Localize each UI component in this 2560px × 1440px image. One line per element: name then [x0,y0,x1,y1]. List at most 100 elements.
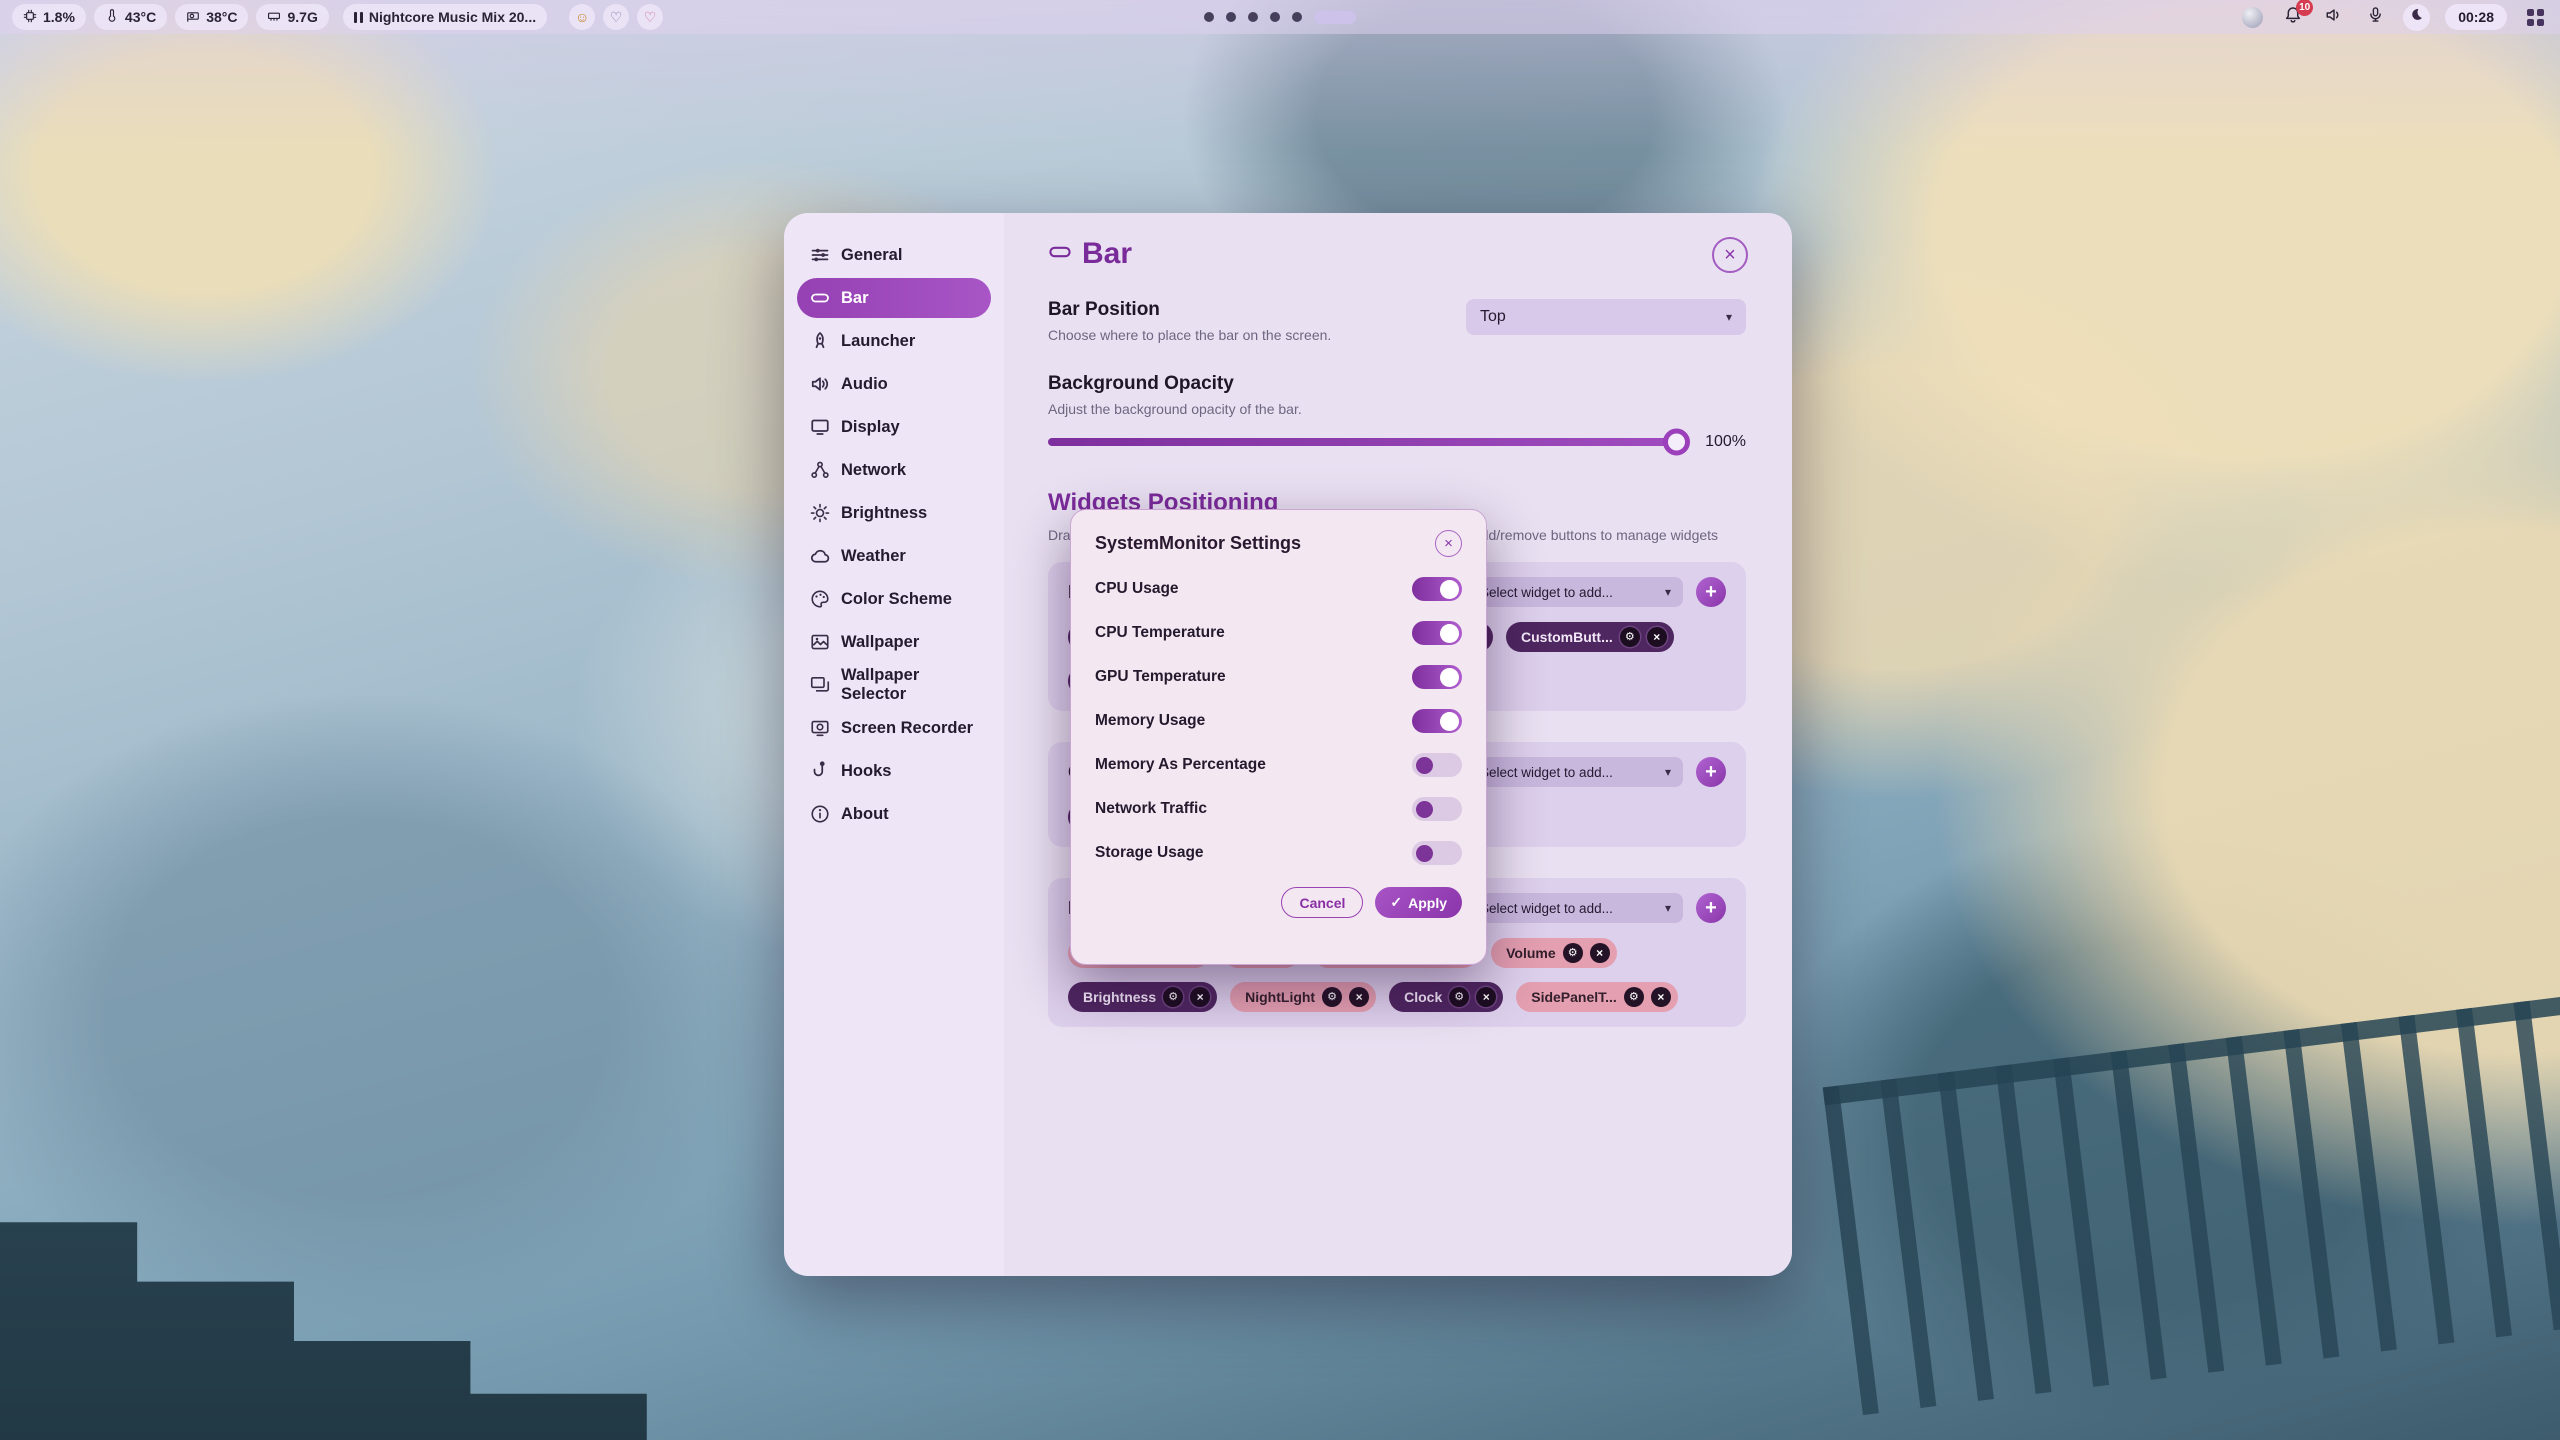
likes-button[interactable]: ♡ [637,4,663,30]
microphone-button[interactable] [2362,4,2388,30]
bar-pill-icon [810,288,830,308]
widget-chip-sidepaneltoggle[interactable]: SidePanelT... ⚙ × [1516,982,1678,1012]
sidebar-item-network[interactable]: Network [797,450,991,490]
workspace-active-indicator[interactable] [1314,11,1356,24]
center-add-widget-dropdown[interactable]: Select widget to add... ▾ [1468,757,1683,787]
network-icon [810,460,830,480]
smiley-icon: ☺ [575,9,589,25]
gpu-icon [186,9,200,26]
left-add-widget-dropdown[interactable]: Select widget to add... ▾ [1468,577,1683,607]
cancel-button[interactable]: Cancel [1281,887,1363,918]
volume-button[interactable] [2321,4,2347,30]
chip-remove-icon[interactable]: × [1647,627,1667,647]
right-add-widget-dropdown[interactable]: Select widget to add... ▾ [1468,893,1683,923]
plus-icon: + [1705,581,1717,604]
opacity-desc: Adjust the background opacity of the bar… [1048,401,1746,417]
toggle-knob [1416,801,1433,818]
memory-usage-toggle[interactable] [1412,709,1462,733]
workspace-dot[interactable] [1204,12,1214,22]
opacity-slider[interactable] [1048,438,1687,446]
sidebar-item-about[interactable]: About [797,794,991,834]
notifications-button[interactable]: 10 [2280,4,2306,30]
pause-icon [354,12,363,23]
toggle-knob [1440,624,1459,643]
toggle-label: CPU Temperature [1095,624,1225,642]
chip-settings-icon[interactable]: ⚙ [1563,943,1583,963]
cpu-temp-value: 43°C [125,9,156,25]
chip-remove-icon[interactable]: × [1190,987,1210,1007]
hook-icon [810,761,830,781]
chip-settings-icon[interactable]: ⚙ [1163,987,1183,1007]
workspace-dot[interactable] [1292,12,1302,22]
left-add-widget-button[interactable]: + [1696,577,1726,607]
left-add-widget-placeholder: Select widget to add... [1480,585,1613,600]
clock-button[interactable]: 00:28 [2445,4,2507,30]
memory-value: 9.7G [287,9,317,25]
right-widgets-controls: Select widget to add... ▾ + [1468,893,1726,923]
workspace-dot[interactable] [1248,12,1258,22]
chip-settings-icon[interactable]: ⚙ [1624,987,1644,1007]
sidebar-item-brightness[interactable]: Brightness [797,493,991,533]
sidebar-item-audio[interactable]: Audio [797,364,991,404]
app-launcher-button[interactable] [2522,4,2548,30]
modal-close-button[interactable]: × [1435,530,1462,557]
sidebar-item-screen-recorder[interactable]: Screen Recorder [797,708,991,748]
toggle-row-cpu-usage: CPU Usage [1095,567,1462,611]
emoji-picker-button[interactable]: ☺ [569,4,595,30]
chevron-down-icon: ▾ [1665,765,1671,779]
cpu-temperature-toggle[interactable] [1412,621,1462,645]
toggle-label: CPU Usage [1095,580,1179,598]
notification-badge: 10 [2296,0,2313,16]
chip-settings-icon[interactable]: ⚙ [1449,987,1469,1007]
memory-as-percentage-toggle[interactable] [1412,753,1462,777]
workspace-dot[interactable] [1270,12,1280,22]
opacity-slider-knob[interactable] [1663,429,1690,456]
color-picker-button[interactable] [2239,4,2265,30]
toggle-label: GPU Temperature [1095,668,1226,686]
chevron-down-icon: ▾ [1726,310,1732,324]
check-icon: ✓ [1390,894,1402,911]
sidebar-item-label: Network [841,461,906,480]
sidebar-item-wallpaper-selector[interactable]: Wallpaper Selector [797,665,991,705]
chip-remove-icon[interactable]: × [1590,943,1610,963]
workspace-dot[interactable] [1226,12,1236,22]
storage-usage-toggle[interactable] [1412,841,1462,865]
gpu-temperature-toggle[interactable] [1412,665,1462,689]
widget-chip-clock[interactable]: Clock ⚙ × [1389,982,1503,1012]
sidebar-item-display[interactable]: Display [797,407,991,447]
sidebar-item-weather[interactable]: Weather [797,536,991,576]
right-add-widget-button[interactable]: + [1696,893,1726,923]
apply-button[interactable]: ✓Apply [1375,887,1462,918]
night-light-button[interactable] [2403,4,2430,31]
network-traffic-toggle[interactable] [1412,797,1462,821]
sidebar-item-color-scheme[interactable]: Color Scheme [797,579,991,619]
apps-grid-icon [2527,9,2544,26]
widget-chip-nightlight[interactable]: NightLight ⚙ × [1230,982,1376,1012]
opacity-slider-row: 100% [1048,433,1746,451]
bar-pill-icon [1048,240,1072,269]
bar-position-dropdown[interactable]: Top ▾ [1466,299,1746,335]
center-add-widget-button[interactable]: + [1696,757,1726,787]
bar-position-labels: Bar Position Choose where to place the b… [1048,299,1331,343]
cpu-temp-indicator: 43°C [94,4,167,30]
window-close-button[interactable]: × [1712,237,1748,273]
widget-chip-custombutton[interactable]: CustomButt... ⚙ × [1506,622,1674,652]
clock-value: 00:28 [2458,9,2494,25]
widget-chip-brightness[interactable]: Brightness ⚙ × [1068,982,1217,1012]
chip-settings-icon[interactable]: ⚙ [1620,627,1640,647]
chip-remove-icon[interactable]: × [1349,987,1369,1007]
close-icon: × [1444,535,1453,552]
sidebar-item-launcher[interactable]: Launcher [797,321,991,361]
cpu-usage-toggle[interactable] [1412,577,1462,601]
sidebar-item-bar[interactable]: Bar [797,278,991,318]
favorites-button[interactable]: ♡ [603,4,629,30]
sidebar-item-general[interactable]: General [797,235,991,275]
memory-indicator: 9.7G [256,4,328,30]
media-player-pill[interactable]: Nightcore Music Mix 20... [343,4,547,30]
sidebar-item-wallpaper[interactable]: Wallpaper [797,622,991,662]
chip-settings-icon[interactable]: ⚙ [1322,987,1342,1007]
chip-remove-icon[interactable]: × [1476,987,1496,1007]
chip-remove-icon[interactable]: × [1651,987,1671,1007]
widget-chip-volume[interactable]: Volume ⚙ × [1491,938,1617,968]
sidebar-item-hooks[interactable]: Hooks [797,751,991,791]
